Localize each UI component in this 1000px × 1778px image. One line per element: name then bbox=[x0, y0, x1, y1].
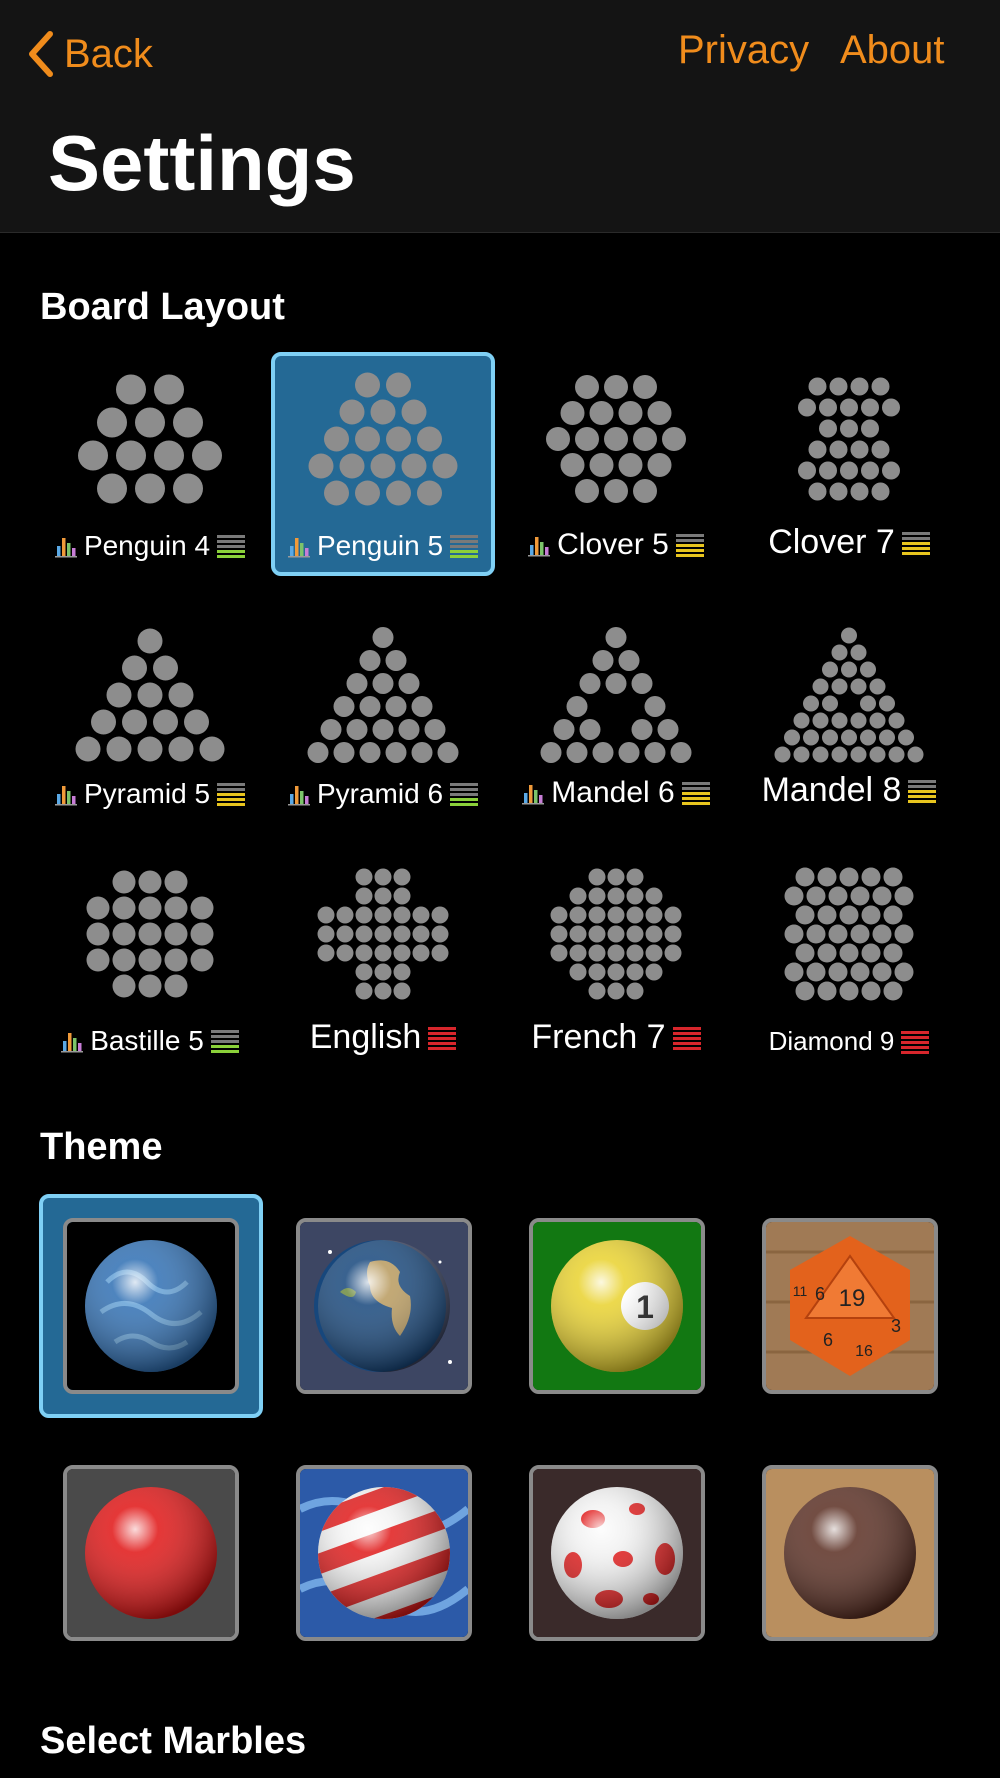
board-mandel-6[interactable]: Mandel 6 bbox=[504, 600, 728, 824]
red-white-striped-ball-icon bbox=[300, 1469, 468, 1637]
board-label: Penguin 4 bbox=[38, 530, 262, 562]
stats-chart-icon bbox=[54, 538, 77, 558]
difficulty-red-icon bbox=[901, 1030, 930, 1054]
billiard-ball-1-icon: 1 bbox=[533, 1222, 701, 1390]
board-name: Penguin 4 bbox=[83, 530, 211, 561]
board-name: Mandel 6 bbox=[551, 776, 675, 809]
back-label: Back bbox=[64, 31, 153, 76]
difficulty-red-icon bbox=[428, 1026, 457, 1050]
difficulty-yellow-icon bbox=[675, 534, 704, 557]
difficulty-yellow-icon bbox=[908, 779, 937, 803]
difficulty-green-icon bbox=[450, 535, 479, 558]
difficulty-green-icon bbox=[217, 535, 246, 558]
board-penguin-4[interactable]: Penguin 4 bbox=[38, 352, 262, 576]
board-mandel-8[interactable]: Mandel 8 bbox=[737, 600, 961, 824]
difficulty-yellow-icon bbox=[901, 531, 930, 555]
board-name: Diamond 9 bbox=[768, 1026, 895, 1056]
board-name: Pyramid 5 bbox=[83, 778, 211, 809]
board-name: French 7 bbox=[531, 1018, 666, 1056]
theme-earth-globe[interactable] bbox=[296, 1218, 472, 1394]
blue-ornament-marble-icon bbox=[67, 1222, 235, 1390]
board-diagram bbox=[308, 372, 458, 506]
nav-header: Back Privacy About Settings bbox=[0, 0, 1000, 233]
board-french-7[interactable]: French 7 bbox=[504, 847, 728, 1071]
theme-orange-d20-die[interactable]: 19 6 3 6 16 11 bbox=[762, 1218, 938, 1394]
theme-blue-ornament-marble[interactable] bbox=[63, 1218, 239, 1394]
board-label: Clover 5 bbox=[504, 528, 728, 562]
board-name: Bastille 5 bbox=[90, 1025, 204, 1056]
chevron-left-icon bbox=[29, 31, 53, 77]
theme-brown-wood-ball[interactable] bbox=[762, 1465, 938, 1641]
red-marble-icon bbox=[67, 1469, 235, 1637]
page-title: Settings bbox=[48, 119, 356, 207]
board-clover-7[interactable]: Clover 7 bbox=[737, 352, 961, 576]
board-name: Penguin 5 bbox=[316, 530, 444, 561]
board-diagram bbox=[784, 867, 914, 1001]
stats-chart-icon bbox=[287, 538, 310, 558]
svg-text:16: 16 bbox=[855, 1343, 873, 1360]
theme-heading: Theme bbox=[40, 1126, 163, 1168]
difficulty-yellow-icon bbox=[217, 783, 246, 806]
board-pyramid-5[interactable]: Pyramid 5 bbox=[38, 600, 262, 824]
board-name: English bbox=[309, 1018, 422, 1056]
board-diagram bbox=[540, 627, 692, 763]
board-diagram bbox=[798, 377, 900, 501]
stats-chart-icon bbox=[287, 786, 310, 806]
board-name: Clover 7 bbox=[768, 523, 895, 561]
svg-text:3: 3 bbox=[891, 1316, 901, 1336]
board-diamond-9[interactable]: Diamond 9 bbox=[737, 847, 961, 1071]
board-diagram bbox=[307, 627, 459, 763]
board-pyramid-6[interactable]: Pyramid 6 bbox=[271, 600, 495, 824]
svg-text:6: 6 bbox=[823, 1330, 833, 1350]
board-name: Clover 5 bbox=[557, 528, 669, 561]
back-button[interactable]: Back bbox=[28, 26, 153, 82]
board-label: Mandel 8 bbox=[737, 771, 961, 810]
difficulty-green-icon bbox=[450, 783, 479, 806]
orange-d20-die-icon: 19 6 3 6 16 11 bbox=[766, 1222, 934, 1390]
difficulty-yellow-icon bbox=[681, 782, 710, 805]
difficulty-red-icon bbox=[672, 1026, 701, 1050]
earth-globe-icon bbox=[300, 1222, 468, 1390]
theme-red-marble[interactable] bbox=[63, 1465, 239, 1641]
brown-wood-ball-icon bbox=[766, 1469, 934, 1637]
board-clover-5[interactable]: Clover 5 bbox=[504, 352, 728, 576]
board-bastille-5[interactable]: Bastille 5 bbox=[38, 847, 262, 1071]
svg-text:6: 6 bbox=[815, 1284, 825, 1304]
theme-billiard-ball-1[interactable]: 1 bbox=[529, 1218, 705, 1394]
board-diagram bbox=[550, 868, 682, 1000]
board-diagram bbox=[317, 868, 449, 1000]
red-spotted-ball-icon bbox=[533, 1469, 701, 1637]
theme-red-white-striped-ball[interactable] bbox=[296, 1465, 472, 1641]
board-diagram bbox=[78, 374, 222, 504]
board-label: Clover 7 bbox=[737, 523, 961, 562]
stats-chart-icon bbox=[528, 537, 551, 557]
board-label: Pyramid 5 bbox=[38, 778, 262, 810]
difficulty-green-icon bbox=[210, 1030, 239, 1053]
privacy-link[interactable]: Privacy bbox=[678, 28, 809, 73]
select-marbles-heading: Select Marbles bbox=[40, 1720, 307, 1762]
board-label: Bastille 5 bbox=[38, 1025, 262, 1057]
board-diagram bbox=[86, 870, 214, 998]
stats-chart-icon bbox=[522, 785, 545, 805]
board-diagram bbox=[546, 375, 686, 503]
board-diagram bbox=[774, 627, 924, 763]
about-link[interactable]: About bbox=[840, 28, 945, 73]
board-label: English bbox=[271, 1018, 495, 1057]
svg-text:19: 19 bbox=[839, 1285, 866, 1312]
stats-chart-icon bbox=[54, 786, 77, 806]
board-label: Mandel 6 bbox=[504, 776, 728, 810]
board-penguin-5[interactable]: Penguin 5 bbox=[271, 352, 495, 576]
board-english[interactable]: English bbox=[271, 847, 495, 1071]
board-name: Pyramid 6 bbox=[316, 778, 444, 809]
stats-chart-icon bbox=[61, 1033, 84, 1053]
board-label: French 7 bbox=[504, 1018, 728, 1057]
board-label: Penguin 5 bbox=[271, 530, 495, 562]
board-diagram bbox=[75, 628, 225, 762]
board-name: Mandel 8 bbox=[761, 771, 902, 809]
board-label: Diamond 9 bbox=[737, 1026, 961, 1057]
svg-text:11: 11 bbox=[793, 1283, 808, 1299]
theme-red-spotted-ball[interactable] bbox=[529, 1465, 705, 1641]
board-label: Pyramid 6 bbox=[271, 778, 495, 810]
board-layout-heading: Board Layout bbox=[40, 286, 285, 328]
